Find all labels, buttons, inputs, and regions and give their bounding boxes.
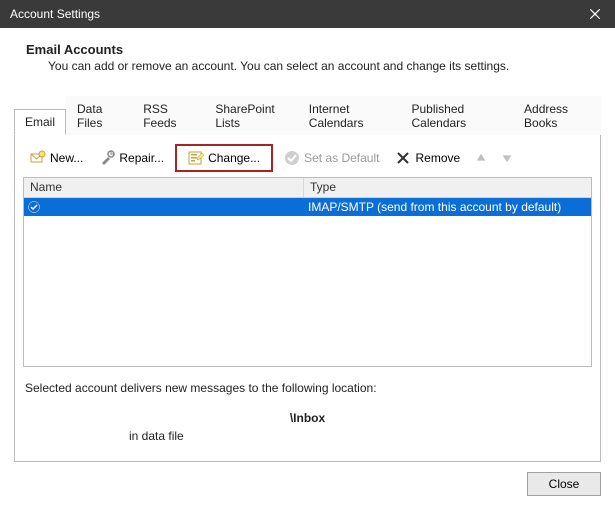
col-type[interactable]: Type: [304, 178, 591, 197]
repair-account-button[interactable]: Repair...: [92, 145, 171, 171]
header-block: Email Accounts You can add or remove an …: [0, 28, 615, 83]
change-label: Change...: [208, 151, 260, 165]
table-header: Name Type: [24, 178, 591, 198]
change-account-button[interactable]: Change...: [181, 145, 267, 171]
cell-name: [24, 201, 304, 213]
delivery-info: Selected account delivers new messages t…: [19, 367, 596, 443]
new-label: New...: [50, 151, 83, 165]
default-check-icon: [28, 201, 40, 213]
dialog-footer: Close: [0, 462, 615, 508]
move-up-button: [471, 148, 491, 168]
delivery-msg: Selected account delivers new messages t…: [25, 381, 590, 395]
set-default-label: Set as Default: [304, 151, 379, 165]
tab-rss-feeds[interactable]: RSS Feeds: [132, 96, 204, 135]
tab-published-calendars[interactable]: Published Calendars: [400, 96, 513, 135]
remove-icon: [395, 150, 411, 166]
repair-label: Repair...: [119, 151, 164, 165]
arrow-down-icon: [501, 152, 513, 164]
new-icon: [30, 150, 46, 166]
repair-icon: [99, 150, 115, 166]
set-default-button: Set as Default: [277, 145, 386, 171]
remove-account-button[interactable]: Remove: [388, 145, 467, 171]
tabs-strip: Email Data Files RSS Feeds SharePoint Li…: [14, 95, 601, 134]
table-row[interactable]: IMAP/SMTP (send from this account by def…: [24, 198, 591, 216]
header-description: You can add or remove an account. You ca…: [26, 59, 589, 73]
header-title: Email Accounts: [26, 42, 589, 57]
title-bar: Account Settings: [0, 0, 615, 28]
remove-label: Remove: [415, 151, 460, 165]
close-dialog-button[interactable]: Close: [527, 472, 601, 496]
col-name[interactable]: Name: [24, 178, 304, 197]
tab-email[interactable]: Email: [14, 109, 66, 135]
content: Email Data Files RSS Feeds SharePoint Li…: [0, 83, 615, 462]
accounts-toolbar: New... Repair... Change...: [19, 143, 596, 177]
check-icon: [284, 150, 300, 166]
tab-body: New... Repair... Change...: [14, 134, 601, 462]
cell-type: IMAP/SMTP (send from this account by def…: [304, 200, 591, 214]
arrow-up-icon: [475, 152, 487, 164]
tab-sharepoint-lists[interactable]: SharePoint Lists: [204, 96, 297, 135]
close-button[interactable]: [575, 0, 615, 28]
new-account-button[interactable]: New...: [23, 145, 90, 171]
move-down-button: [497, 148, 517, 168]
tab-data-files[interactable]: Data Files: [66, 96, 132, 135]
delivery-location: \Inbox: [25, 411, 590, 425]
change-highlight: Change...: [175, 144, 273, 172]
accounts-table: Name Type IMAP/SMTP (send from this acco…: [23, 177, 592, 367]
change-icon: [188, 150, 204, 166]
tab-address-books[interactable]: Address Books: [513, 96, 601, 135]
delivery-datafile: in data file: [25, 429, 590, 443]
close-icon: [590, 9, 600, 19]
window-title: Account Settings: [10, 7, 100, 21]
tab-internet-calendars[interactable]: Internet Calendars: [298, 96, 401, 135]
